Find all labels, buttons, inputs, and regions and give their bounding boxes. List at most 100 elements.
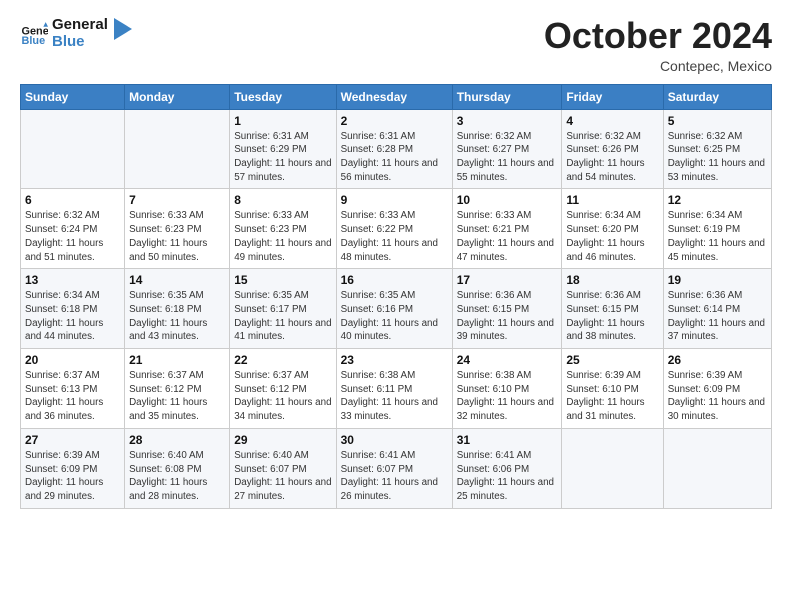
- day-number: 29: [234, 433, 331, 447]
- day-info: Sunrise: 6:40 AMSunset: 6:08 PMDaylight:…: [129, 449, 225, 504]
- calendar-cell: 13Sunrise: 6:34 AMSunset: 6:18 PMDayligh…: [21, 269, 125, 349]
- calendar-cell: 23Sunrise: 6:38 AMSunset: 6:11 PMDayligh…: [336, 349, 452, 429]
- day-number: 9: [341, 193, 448, 207]
- day-number: 18: [566, 273, 658, 287]
- day-info: Sunrise: 6:33 AMSunset: 6:22 PMDaylight:…: [341, 209, 448, 264]
- day-info: Sunrise: 6:35 AMSunset: 6:16 PMDaylight:…: [341, 289, 448, 344]
- day-number: 28: [129, 433, 225, 447]
- header-day-tuesday: Tuesday: [230, 84, 336, 109]
- day-number: 22: [234, 353, 331, 367]
- day-number: 8: [234, 193, 331, 207]
- day-number: 23: [341, 353, 448, 367]
- svg-text:Blue: Blue: [22, 35, 46, 47]
- day-info: Sunrise: 6:39 AMSunset: 6:09 PMDaylight:…: [668, 369, 767, 424]
- header-day-monday: Monday: [125, 84, 230, 109]
- day-number: 31: [457, 433, 558, 447]
- day-info: Sunrise: 6:31 AMSunset: 6:28 PMDaylight:…: [341, 130, 448, 185]
- calendar-cell: 7Sunrise: 6:33 AMSunset: 6:23 PMDaylight…: [125, 189, 230, 269]
- day-info: Sunrise: 6:40 AMSunset: 6:07 PMDaylight:…: [234, 449, 331, 504]
- calendar-cell: 1 Sunrise: 6:31 AMSunset: 6:29 PMDaylight…: [230, 109, 336, 189]
- day-number: 15: [234, 273, 331, 287]
- header: General Blue General Blue October 2024 C…: [20, 16, 772, 74]
- day-number: 5: [668, 114, 767, 128]
- month-title: October 2024: [544, 16, 772, 56]
- day-number: 20: [25, 353, 120, 367]
- calendar-cell: 12 Sunrise: 6:34 AMSunset: 6:19 PMDayligh…: [663, 189, 771, 269]
- day-info: Sunrise: 6:39 AMSunset: 6:09 PMDaylight:…: [25, 449, 120, 504]
- day-info: Sunrise: 6:32 AMSunset: 6:25 PMDaylight:…: [668, 130, 767, 185]
- calendar-week-row: 1 Sunrise: 6:31 AMSunset: 6:29 PMDaylight…: [21, 109, 772, 189]
- day-info: Sunrise: 6:34 AMSunset: 6:20 PMDaylight:…: [566, 209, 658, 264]
- day-info: Sunrise: 6:41 AMSunset: 6:06 PMDaylight:…: [457, 449, 558, 504]
- logo-arrow-icon: [114, 18, 132, 40]
- calendar-cell: 16Sunrise: 6:35 AMSunset: 6:16 PMDayligh…: [336, 269, 452, 349]
- calendar-cell: 3 Sunrise: 6:32 AMSunset: 6:27 PMDaylight…: [452, 109, 562, 189]
- calendar-cell: 29 Sunrise: 6:40 AMSunset: 6:07 PMDayligh…: [230, 428, 336, 508]
- day-number: 4: [566, 114, 658, 128]
- day-number: 26: [668, 353, 767, 367]
- header-day-saturday: Saturday: [663, 84, 771, 109]
- day-info: Sunrise: 6:33 AMSunset: 6:23 PMDaylight:…: [234, 209, 331, 264]
- calendar-cell: 27 Sunrise: 6:39 AMSunset: 6:09 PMDayligh…: [21, 428, 125, 508]
- day-info: Sunrise: 6:31 AMSunset: 6:29 PMDaylight:…: [234, 130, 331, 185]
- calendar-week-row: 20Sunrise: 6:37 AMSunset: 6:13 PMDayligh…: [21, 349, 772, 429]
- calendar-cell: 30 Sunrise: 6:41 AMSunset: 6:07 PMDayligh…: [336, 428, 452, 508]
- day-number: 11: [566, 193, 658, 207]
- calendar-cell: 5 Sunrise: 6:32 AMSunset: 6:25 PMDaylight…: [663, 109, 771, 189]
- calendar-cell: 22Sunrise: 6:37 AMSunset: 6:12 PMDayligh…: [230, 349, 336, 429]
- day-info: Sunrise: 6:32 AMSunset: 6:27 PMDaylight:…: [457, 130, 558, 185]
- day-info: Sunrise: 6:36 AMSunset: 6:15 PMDaylight:…: [457, 289, 558, 344]
- calendar-cell: 6 Sunrise: 6:32 AMSunset: 6:24 PMDaylight…: [21, 189, 125, 269]
- calendar-cell: 24Sunrise: 6:38 AMSunset: 6:10 PMDayligh…: [452, 349, 562, 429]
- calendar-cell: 20Sunrise: 6:37 AMSunset: 6:13 PMDayligh…: [21, 349, 125, 429]
- day-number: 6: [25, 193, 120, 207]
- day-number: 10: [457, 193, 558, 207]
- day-number: 17: [457, 273, 558, 287]
- calendar-cell: 28 Sunrise: 6:40 AMSunset: 6:08 PMDayligh…: [125, 428, 230, 508]
- calendar-cell: 31 Sunrise: 6:41 AMSunset: 6:06 PMDayligh…: [452, 428, 562, 508]
- calendar-cell: 21 Sunrise: 6:37 AMSunset: 6:12 PMDayligh…: [125, 349, 230, 429]
- day-info: Sunrise: 6:33 AMSunset: 6:23 PMDaylight:…: [129, 209, 225, 264]
- day-number: 19: [668, 273, 767, 287]
- header-day-friday: Friday: [562, 84, 663, 109]
- day-info: Sunrise: 6:41 AMSunset: 6:07 PMDaylight:…: [341, 449, 448, 504]
- logo-general: General: [52, 16, 108, 33]
- calendar-cell: 4 Sunrise: 6:32 AMSunset: 6:26 PMDaylight…: [562, 109, 663, 189]
- day-number: 21: [129, 353, 225, 367]
- day-number: 27: [25, 433, 120, 447]
- calendar-header-row: SundayMondayTuesdayWednesdayThursdayFrid…: [21, 84, 772, 109]
- calendar-cell: 8 Sunrise: 6:33 AMSunset: 6:23 PMDaylight…: [230, 189, 336, 269]
- day-info: Sunrise: 6:37 AMSunset: 6:12 PMDaylight:…: [129, 369, 225, 424]
- calendar-page: General Blue General Blue October 2024 C…: [0, 0, 792, 612]
- calendar-cell: 18Sunrise: 6:36 AMSunset: 6:15 PMDayligh…: [562, 269, 663, 349]
- calendar-cell: 10 Sunrise: 6:33 AMSunset: 6:21 PMDayligh…: [452, 189, 562, 269]
- header-day-thursday: Thursday: [452, 84, 562, 109]
- day-info: Sunrise: 6:34 AMSunset: 6:19 PMDaylight:…: [668, 209, 767, 264]
- day-number: 2: [341, 114, 448, 128]
- calendar-cell: 26 Sunrise: 6:39 AMSunset: 6:09 PMDayligh…: [663, 349, 771, 429]
- day-number: 12: [668, 193, 767, 207]
- day-info: Sunrise: 6:32 AMSunset: 6:24 PMDaylight:…: [25, 209, 120, 264]
- logo: General Blue General Blue: [20, 16, 132, 51]
- logo-blue: Blue: [52, 33, 108, 50]
- calendar-week-row: 27 Sunrise: 6:39 AMSunset: 6:09 PMDayligh…: [21, 428, 772, 508]
- header-day-wednesday: Wednesday: [336, 84, 452, 109]
- day-info: Sunrise: 6:36 AMSunset: 6:14 PMDaylight:…: [668, 289, 767, 344]
- logo-icon: General Blue: [20, 19, 48, 47]
- header-day-sunday: Sunday: [21, 84, 125, 109]
- calendar-cell: 2 Sunrise: 6:31 AMSunset: 6:28 PMDaylight…: [336, 109, 452, 189]
- location: Contepec, Mexico: [544, 58, 772, 74]
- day-number: 3: [457, 114, 558, 128]
- day-info: Sunrise: 6:32 AMSunset: 6:26 PMDaylight:…: [566, 130, 658, 185]
- day-number: 30: [341, 433, 448, 447]
- calendar-cell: 9 Sunrise: 6:33 AMSunset: 6:22 PMDaylight…: [336, 189, 452, 269]
- calendar-cell: [125, 109, 230, 189]
- day-number: 1: [234, 114, 331, 128]
- day-info: Sunrise: 6:33 AMSunset: 6:21 PMDaylight:…: [457, 209, 558, 264]
- calendar-cell: 25Sunrise: 6:39 AMSunset: 6:10 PMDayligh…: [562, 349, 663, 429]
- day-info: Sunrise: 6:35 AMSunset: 6:17 PMDaylight:…: [234, 289, 331, 344]
- calendar-week-row: 13Sunrise: 6:34 AMSunset: 6:18 PMDayligh…: [21, 269, 772, 349]
- calendar-week-row: 6 Sunrise: 6:32 AMSunset: 6:24 PMDaylight…: [21, 189, 772, 269]
- day-number: 25: [566, 353, 658, 367]
- day-info: Sunrise: 6:35 AMSunset: 6:18 PMDaylight:…: [129, 289, 225, 344]
